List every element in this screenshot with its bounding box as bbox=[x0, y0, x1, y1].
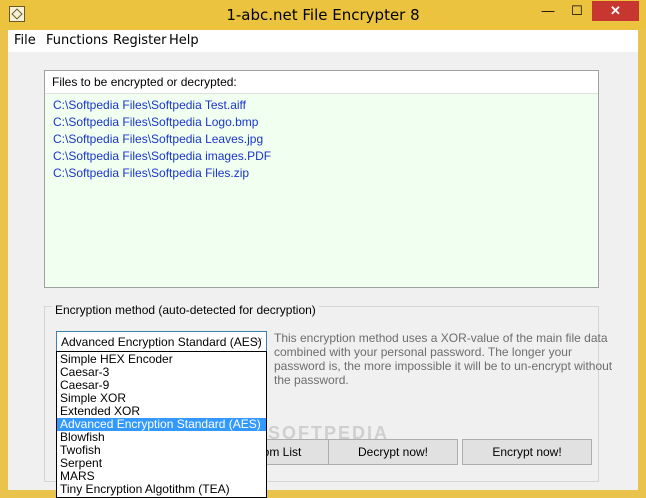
close-button[interactable]: ✕ bbox=[592, 1, 639, 21]
encryption-method-dropdown[interactable]: Simple HEX Encoder Caesar-3 Caesar-9 Sim… bbox=[56, 351, 267, 498]
maximize-button[interactable]: ☐ bbox=[563, 1, 591, 21]
file-list-item[interactable]: C:\Softpedia Files\Softpedia images.PDF bbox=[53, 149, 271, 163]
menu-register[interactable]: Register bbox=[113, 33, 167, 48]
dropdown-option-label: Tiny Encryption Algotithm (TEA) bbox=[60, 482, 230, 496]
menu-file[interactable]: File bbox=[14, 33, 36, 48]
method-description-line: This encryption method uses a XOR-value … bbox=[274, 331, 608, 345]
encrypt-now-button[interactable]: Encrypt now! bbox=[462, 439, 592, 465]
file-list-header: Files to be encrypted or decrypted: bbox=[45, 71, 598, 94]
file-list-item[interactable]: C:\Softpedia Files\Softpedia Logo.bmp bbox=[53, 115, 258, 129]
menu-functions[interactable]: Functions bbox=[46, 33, 108, 48]
menu-bar: File Functions Register Help bbox=[8, 30, 638, 52]
method-description: This encryption method uses a XOR-value … bbox=[274, 331, 613, 387]
encryption-method-label: Encryption method (auto-detected for dec… bbox=[52, 303, 319, 317]
file-list-header-label: Files to be encrypted or decrypted: bbox=[52, 75, 237, 89]
file-list[interactable]: Files to be encrypted or decrypted: C:\S… bbox=[44, 70, 599, 288]
encryption-method-select[interactable]: Advanced Encryption Standard (AES) ⌵ bbox=[56, 331, 267, 352]
app-window: 1-abc.net File Encrypter 8 — ☐ ✕ File Fu… bbox=[0, 0, 646, 498]
decrypt-now-button[interactable]: Decrypt now! bbox=[328, 439, 458, 465]
file-list-item[interactable]: C:\Softpedia Files\Softpedia Test.aiff bbox=[53, 98, 246, 112]
method-description-line: the password. bbox=[274, 373, 349, 387]
chevron-down-icon[interactable]: ⌵ bbox=[254, 334, 262, 345]
dropdown-option[interactable]: Tiny Encryption Algotithm (TEA) bbox=[57, 483, 266, 496]
file-list-item[interactable]: C:\Softpedia Files\Softpedia Leaves.jpg bbox=[53, 132, 263, 146]
method-description-line: combined with your personal password. Th… bbox=[274, 345, 572, 359]
encryption-method-selected: Advanced Encryption Standard (AES) bbox=[61, 335, 262, 349]
minimize-button[interactable]: — bbox=[534, 1, 562, 21]
menu-help[interactable]: Help bbox=[169, 33, 199, 48]
method-description-line: password is, the more impossible it will… bbox=[274, 359, 613, 373]
title-bar[interactable]: 1-abc.net File Encrypter 8 — ☐ ✕ bbox=[0, 0, 646, 30]
client-area: File Functions Register Help Files to be… bbox=[8, 30, 638, 498]
file-list-item[interactable]: C:\Softpedia Files\Softpedia Files.zip bbox=[53, 166, 249, 180]
